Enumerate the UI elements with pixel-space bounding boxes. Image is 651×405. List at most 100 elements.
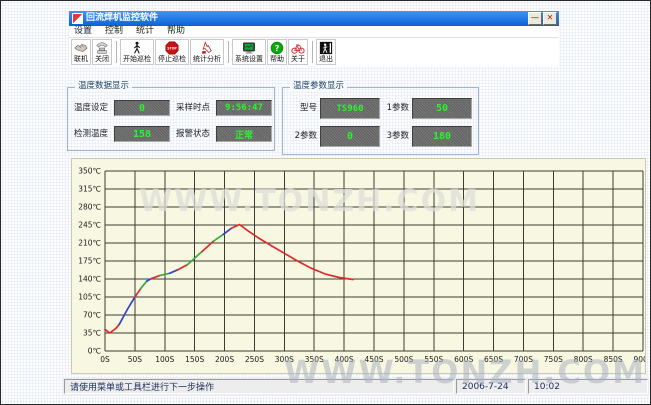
disconnect-button[interactable]: 关闭 [92, 39, 112, 65]
param3-label: 3参数 [383, 132, 409, 141]
svg-text:150S: 150S [185, 355, 204, 364]
status-bar: 请使用菜单或工具栏进行下一步操作 2006-7-24 10:02 [63, 378, 649, 395]
svg-text:STOP: STOP [167, 46, 177, 50]
measured-temp-label: 检测温度 [74, 130, 114, 139]
connect-button[interactable]: 联机 [71, 39, 91, 65]
exit-icon [319, 41, 333, 55]
temperature-data-groupbox: 温度数据显示 温度设定 0 采样时点 9:56:47 检测温度 158 报警状态… [67, 87, 275, 151]
walking-person-icon [130, 41, 144, 55]
menu-bar: 设置 控制 统计 帮助 [69, 26, 559, 38]
status-message: 请使用菜单或工具栏进行下一步操作 [64, 379, 454, 394]
close-button[interactable]: ✕ [543, 12, 557, 25]
toolbar-label: 联机 [74, 56, 88, 63]
handshake-icon [74, 41, 88, 55]
param3-display: 180 [412, 126, 472, 147]
toolbar-label: 系统设置 [235, 56, 263, 63]
temp-setting-display: 0 [114, 100, 170, 116]
minimize-button[interactable]: — [528, 12, 542, 25]
about-button[interactable]: 关于 [288, 39, 308, 65]
temperature-profile-chart: 0S 50S 100S 150S 200S 250S 300S 350S 400S 450S 500… [71, 158, 646, 374]
statistics-analysis-button[interactable]: 统计分析 [190, 39, 224, 65]
toolbar: 联机 关闭 开始巡检 STOP 停止巡检 [69, 38, 559, 66]
status-date: 2006-7-24 [456, 379, 526, 394]
model-display: TS960 [320, 98, 380, 119]
status-time: 10:02 [528, 379, 648, 394]
sample-time-label: 采样时点 [176, 104, 216, 113]
help-icon: ? [270, 41, 284, 55]
window-title: 回流焊机监控软件 [86, 14, 527, 23]
svg-text:750S: 750S [544, 355, 563, 364]
svg-text:?: ? [275, 44, 280, 53]
groupbox-title: 温度数据显示 [75, 82, 132, 91]
exit-button[interactable]: 退出 [316, 39, 336, 65]
svg-text:300S: 300S [275, 355, 294, 364]
svg-text:500S: 500S [394, 355, 413, 364]
param2-label: 2参数 [289, 132, 317, 141]
pointing-hand-icon [200, 41, 214, 55]
menu-item-help[interactable]: 帮助 [167, 27, 185, 36]
sample-time-display: 9:56:47 [216, 100, 272, 116]
toolbar-label: 退出 [319, 56, 333, 63]
toolbar-label: 统计分析 [193, 56, 221, 63]
measured-temp-display: 158 [114, 126, 170, 142]
svg-text:210℃: 210℃ [78, 239, 101, 248]
svg-text:700S: 700S [514, 355, 533, 364]
help-button[interactable]: ? 帮助 [267, 39, 287, 65]
svg-text:175℃: 175℃ [78, 257, 101, 266]
svg-text:250S: 250S [245, 355, 264, 364]
param1-label: 1参数 [383, 104, 409, 113]
groupbox-title: 温度参数显示 [290, 82, 347, 91]
toolbar-label: 帮助 [270, 56, 284, 63]
toolbar-separator [312, 41, 313, 63]
param2-display: 0 [320, 126, 380, 147]
model-label: 型号 [289, 104, 317, 113]
svg-text:315℃: 315℃ [78, 185, 101, 194]
toolbar-separator [228, 41, 229, 63]
system-settings-button[interactable]: 系统设置 [232, 39, 266, 65]
temp-setting-label: 温度设定 [74, 104, 114, 113]
alarm-status-display: 正常 [216, 126, 272, 142]
svg-text:200S: 200S [215, 355, 234, 364]
toolbar-separator [116, 41, 117, 63]
svg-text:400S: 400S [335, 355, 354, 364]
menu-item-control[interactable]: 控制 [105, 27, 123, 36]
stop-patrol-button[interactable]: STOP 停止巡检 [155, 39, 189, 65]
app-icon [72, 13, 83, 24]
svg-text:100S: 100S [155, 355, 174, 364]
toolbar-label: 关闭 [95, 56, 109, 63]
title-bar: 回流焊机监控软件 — ✕ [69, 11, 559, 26]
svg-text:105℃: 105℃ [78, 293, 101, 302]
svg-text:0S: 0S [100, 355, 110, 364]
start-patrol-button[interactable]: 开始巡检 [120, 39, 154, 65]
svg-text:800S: 800S [574, 355, 593, 364]
svg-text:350℃: 350℃ [78, 167, 101, 176]
svg-text:50S: 50S [128, 355, 143, 364]
profile-chart-svg: 0S 50S 100S 150S 200S 250S 300S 350S 400S 450S 500… [72, 159, 645, 373]
bicycle-icon [291, 41, 305, 55]
temperature-params-groupbox: 温度参数显示 型号 TS960 1参数 50 2参数 0 3参数 180 [282, 87, 479, 155]
svg-text:35℃: 35℃ [83, 329, 101, 338]
svg-text:70℃: 70℃ [83, 311, 101, 320]
svg-text:245℃: 245℃ [78, 221, 101, 230]
svg-text:450S: 450S [364, 355, 383, 364]
svg-text:280℃: 280℃ [78, 203, 101, 212]
svg-text:600S: 600S [454, 355, 473, 364]
svg-text:350S: 350S [305, 355, 324, 364]
menu-item-statistics[interactable]: 统计 [136, 27, 154, 36]
param1-display: 50 [412, 98, 472, 119]
toolbar-label: 停止巡检 [158, 56, 186, 63]
svg-text:850S: 850S [604, 355, 623, 364]
screenshot-canvas: 回流焊机监控软件 — ✕ 设置 控制 统计 帮助 联机 关闭 [0, 0, 651, 405]
svg-text:140℃: 140℃ [78, 275, 101, 284]
svg-text:650S: 650S [484, 355, 503, 364]
phone-icon [95, 41, 109, 55]
svg-text:550S: 550S [424, 355, 443, 364]
svg-text:900S: 900S [633, 355, 645, 364]
toolbar-label: 开始巡检 [123, 56, 151, 63]
svg-text:0℃: 0℃ [88, 347, 101, 356]
menu-item-settings[interactable]: 设置 [74, 27, 92, 36]
monitor-icon [242, 41, 256, 55]
toolbar-label: 关于 [291, 56, 305, 63]
stop-sign-icon: STOP [165, 41, 179, 55]
alarm-status-label: 报警状态 [176, 130, 216, 139]
